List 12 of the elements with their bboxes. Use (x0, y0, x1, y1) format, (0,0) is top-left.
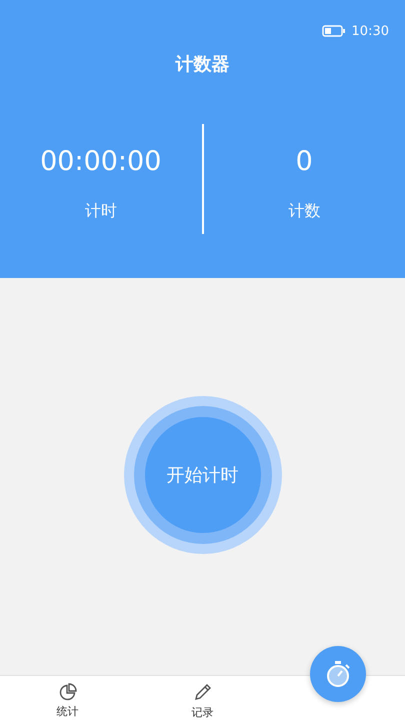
clock-time: 10:30 (352, 24, 389, 38)
stopwatch-button[interactable] (310, 646, 366, 702)
stat-label: 计数 (288, 201, 320, 222)
stat-label: 计时 (84, 201, 117, 222)
nav-tab[interactable]: 记录 (192, 680, 214, 720)
nav-tab[interactable]: 统计 (56, 680, 78, 720)
stopwatch-icon (324, 660, 350, 688)
app-title: 计数器 (176, 53, 230, 76)
battery-icon (322, 25, 346, 37)
stat-value: 0 (296, 146, 313, 177)
stat-value: 00:00:00 (40, 146, 162, 177)
pie-chart-icon (58, 682, 78, 702)
